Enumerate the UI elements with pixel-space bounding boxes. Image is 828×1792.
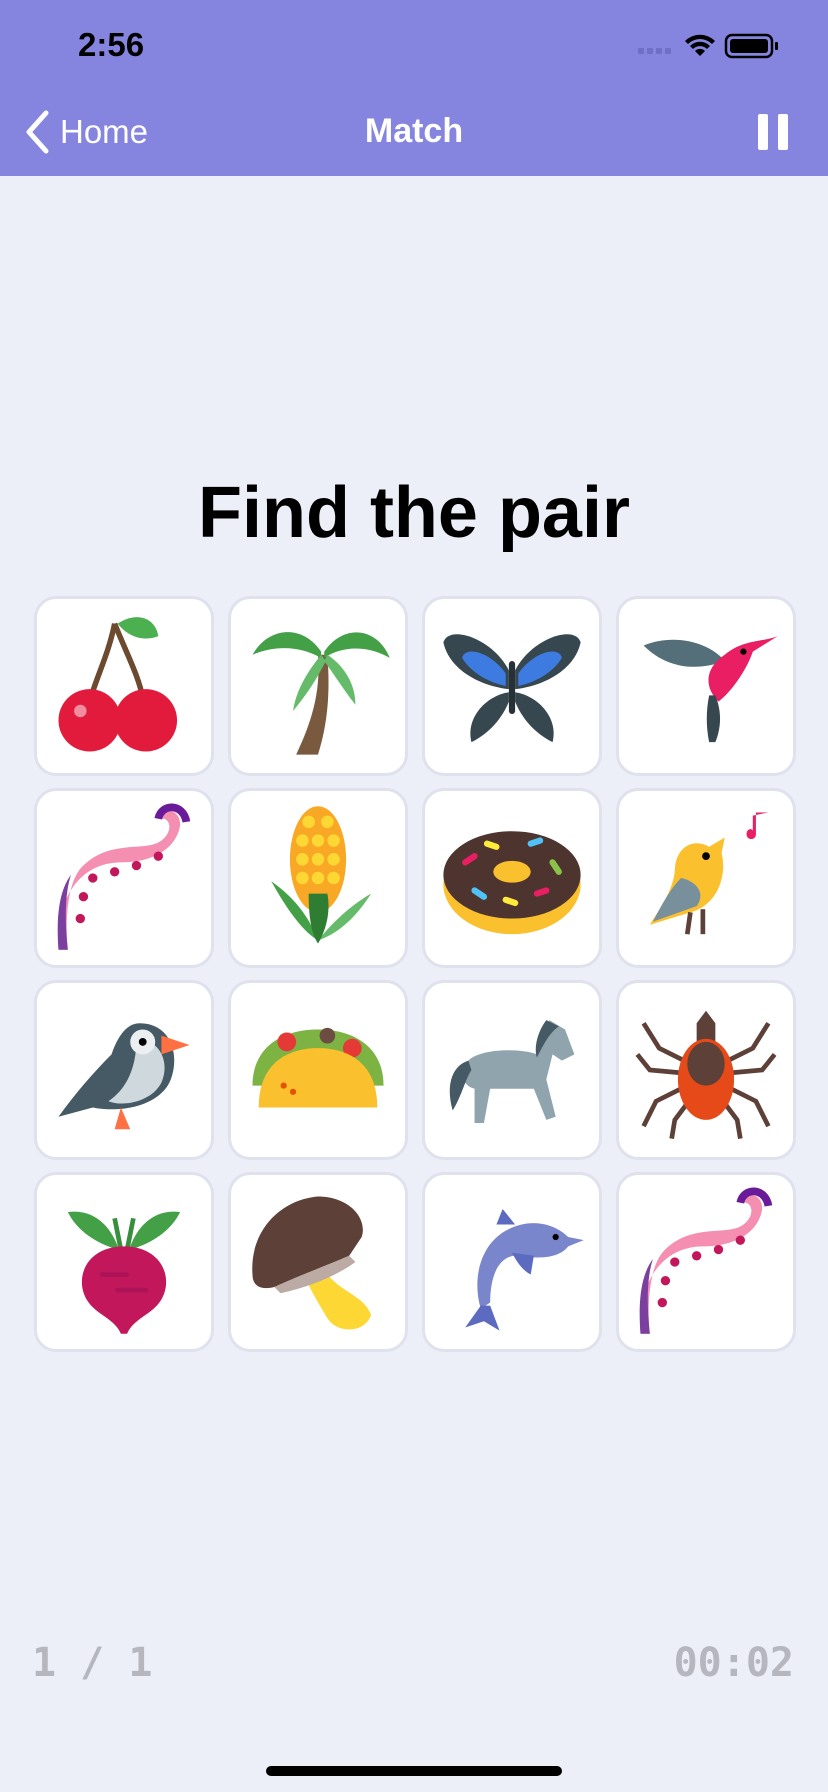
donut-icon — [443, 831, 581, 935]
singing-bird-icon — [649, 812, 769, 935]
tick-bug-icon — [635, 1010, 777, 1140]
card-5[interactable] — [34, 788, 214, 968]
horse-icon — [449, 1020, 575, 1124]
battery-icon — [724, 33, 778, 59]
card-6[interactable] — [228, 788, 408, 968]
card-10[interactable] — [228, 980, 408, 1160]
pair-counter: 1 / 1 — [32, 1640, 153, 1686]
card-grid — [34, 596, 796, 1352]
puffin-icon — [58, 1023, 190, 1130]
card-9[interactable] — [34, 980, 214, 1160]
butterfly-icon — [443, 634, 581, 743]
card-7[interactable] — [422, 788, 602, 968]
card-14[interactable] — [228, 1172, 408, 1352]
cherries-icon — [58, 617, 178, 752]
mushroom-icon — [252, 1196, 372, 1330]
status-time: 2:56 — [78, 26, 145, 63]
screen-title: Match — [364, 112, 464, 150]
card-1[interactable] — [34, 596, 214, 776]
game-timer: 00:02 — [673, 1640, 794, 1686]
home-indicator — [266, 1766, 562, 1776]
hummingbird-icon — [643, 636, 778, 743]
signal-icon — [638, 48, 671, 54]
octopus-tentacle-icon — [57, 803, 191, 950]
card-3[interactable] — [422, 596, 602, 776]
card-11[interactable] — [422, 980, 602, 1160]
card-16[interactable] — [616, 1172, 796, 1352]
card-8[interactable] — [616, 788, 796, 968]
dolphin-icon — [465, 1208, 584, 1331]
pause-button[interactable] — [758, 114, 788, 150]
card-13[interactable] — [34, 1172, 214, 1352]
card-4[interactable] — [616, 596, 796, 776]
palm-tree-icon — [252, 632, 390, 755]
taco-icon — [252, 1027, 384, 1108]
wifi-icon — [685, 34, 715, 56]
corn-icon — [271, 806, 372, 944]
octopus-tentacle-icon — [639, 1187, 773, 1334]
beet-icon — [67, 1211, 181, 1334]
card-15[interactable] — [422, 1172, 602, 1352]
card-12[interactable] — [616, 980, 796, 1160]
status-icons — [638, 33, 778, 59]
card-2[interactable] — [228, 596, 408, 776]
top-bar: 2:56 Home Match — [0, 0, 828, 176]
game-heading: Find the pair — [198, 473, 630, 553]
